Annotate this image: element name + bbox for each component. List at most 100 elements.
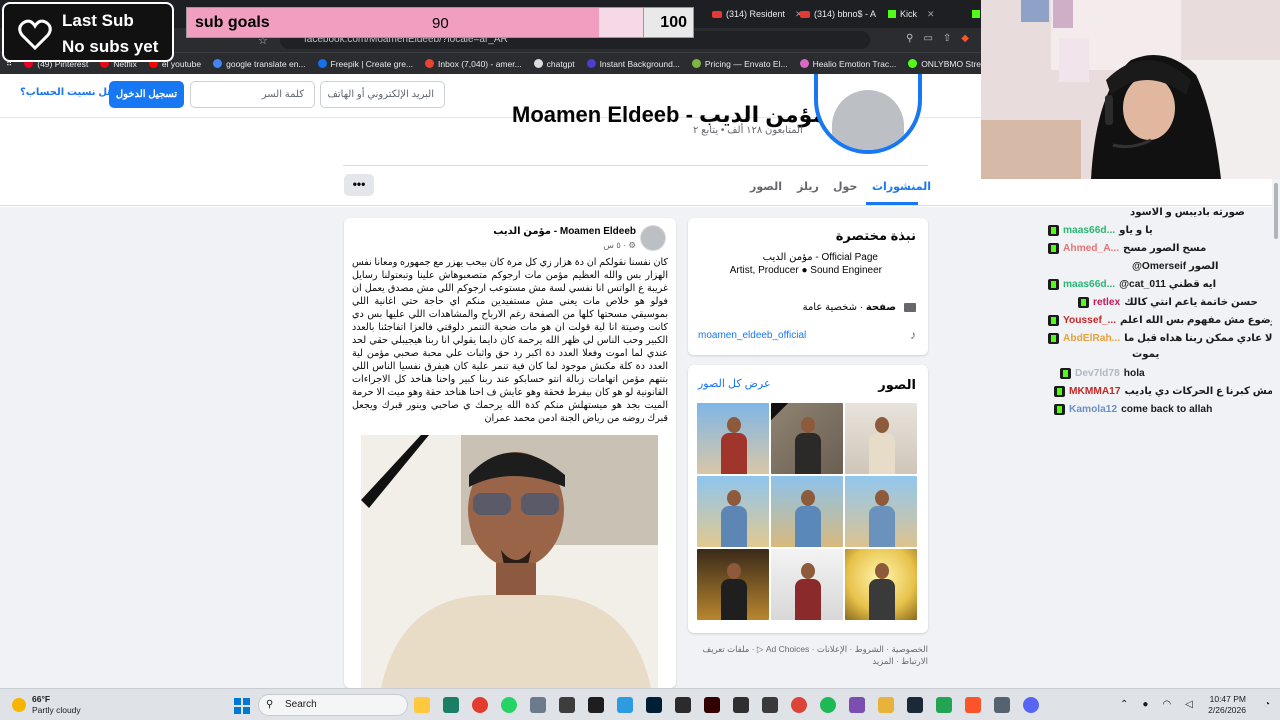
followers-count[interactable]: المتابعون ١٢٨ ألف • يتابع ٢ [693,125,803,136]
photos-icon[interactable] [617,697,633,713]
photo-thumbnail[interactable] [771,403,843,474]
browser-tab-bbno[interactable]: (314) bbno$ - A [800,6,876,22]
chat-text: @cat_011 ايه قطني [1119,279,1217,290]
taskbar-search[interactable]: Search [258,694,408,716]
chat-username[interactable]: Dev7ld78 [1075,368,1120,379]
app-icon-3[interactable] [878,697,894,713]
clock[interactable]: 10:47 PM 2/26/2026 [1208,694,1246,716]
stream-chat: صورته باديبس و الاسود maas66d... يا و ياو… [1040,207,1280,688]
camera-icon[interactable] [530,697,546,713]
photo-thumbnail[interactable] [697,476,769,547]
start-button[interactable] [234,698,250,714]
volume-icon[interactable]: ◁ [1185,699,1193,710]
bookmark-item[interactable]: Pricing — Envato El... [686,59,794,69]
photo-thumbnail[interactable] [845,476,917,547]
bookmark-item[interactable]: Instant Background... [581,59,686,69]
chat-username[interactable]: MKMMA17 [1069,386,1121,397]
spotify-icon[interactable] [820,697,836,713]
microphone-icon[interactable]: ● [1142,699,1148,710]
scrollbar[interactable] [1272,179,1280,688]
instagram-link[interactable]: moamen_eldeeb_official [698,330,806,341]
tab-label: (314) bbno$ - A [814,9,877,19]
steam-icon[interactable] [907,697,923,713]
avatar-placeholder [832,90,904,150]
chrome-icon[interactable] [472,697,488,713]
chat-username[interactable]: Ahmed_A... [1063,243,1119,254]
tab-about[interactable]: حول [833,180,857,193]
translate-icon[interactable]: ⚲ [906,33,913,44]
weather-widget[interactable]: 66°F Partly cloudy [12,694,81,716]
temperature: 66°F [32,694,51,704]
footer-links[interactable]: الخصوصية · الشروط · الإعلانات · Ad Choic… [700,643,928,667]
category-bold: صفحة [865,302,896,313]
bookmark-item[interactable]: chatgpt [528,59,581,69]
login-button[interactable]: تسجيل الدخول [109,81,184,108]
photo-thumbnail[interactable] [771,476,843,547]
bookmark-item[interactable]: ONLYBMO Stream -... [902,59,981,69]
chat-username[interactable]: Kamola12 [1069,404,1117,415]
photoshop-icon[interactable] [646,697,662,713]
photo-thumbnail[interactable] [771,549,843,620]
photo-person-body [721,579,747,620]
photo-thumbnail[interactable] [697,403,769,474]
chat-username[interactable]: retlex [1093,297,1120,308]
after-effects-icon[interactable] [675,697,691,713]
tab-reels[interactable]: ريلز [797,180,819,193]
wifi-icon[interactable]: ◠ [1162,699,1171,710]
photo-person-head [875,563,889,579]
discord-icon[interactable] [1023,697,1039,713]
email-field[interactable]: البريد الإلكتروني أو الهاتف [320,81,445,108]
forgot-account-link[interactable]: هل نسيت الحساب؟ [20,87,114,98]
chrome-icon-2[interactable] [791,697,807,713]
settings-icon[interactable] [994,697,1010,713]
whatsapp-icon[interactable] [501,697,517,713]
photo-person-head [727,417,741,433]
share-icon[interactable]: ⇧ [943,33,951,44]
photo-thumbnail[interactable] [697,549,769,620]
bookmark-item[interactable]: google translate en... [207,59,311,69]
tab-photos[interactable]: الصور [750,180,782,193]
chevron-up-icon[interactable]: ⌃ [1120,699,1128,710]
chat-username[interactable]: Youssef_... [1063,315,1116,326]
scrollbar-thumb[interactable] [1274,183,1278,239]
heart-icon [18,19,52,51]
notification-bell-icon[interactable]: ◔ [1264,699,1270,710]
photo-thumbnail[interactable] [845,403,917,474]
photo-thumbnail[interactable] [845,549,917,620]
chatgpt-app-icon[interactable] [443,697,459,713]
browser-tab-kick-2[interactable] [972,6,980,22]
chat-username[interactable]: AbdElRah... [1063,333,1120,344]
bookmark-item[interactable]: Healio Emotion Trac... [794,59,903,69]
file-explorer-icon[interactable] [414,697,430,713]
freepik-icon [317,59,327,68]
post-author-avatar[interactable] [640,225,666,251]
app-icon[interactable] [762,697,778,713]
post-author-name[interactable]: مؤمن الديب - Moamen Eldeeb [493,226,636,237]
terminal-icon[interactable] [559,697,575,713]
app-icon-4[interactable] [936,697,952,713]
bookmark-item[interactable]: Freepik | Create gre... [312,59,420,69]
profile-tabs: ••• الصور ريلز حول المنشورات [0,170,981,206]
post-card: مؤمن الديب - Moamen Eldeeb ٥ س · ⚙ كان ن… [344,218,676,688]
post-timestamp[interactable]: ٥ س · ⚙ [603,240,636,251]
bookmark-item[interactable]: Inbox (7,040) - amer... [419,59,528,69]
brave-icon[interactable] [965,697,981,713]
app-icon-2[interactable] [849,697,865,713]
profile-picture[interactable] [814,74,922,154]
see-all-photos-link[interactable]: عرض كل الصور [698,377,771,390]
illustrator-icon[interactable] [704,697,720,713]
more-button[interactable]: ••• [344,174,374,196]
chat-username[interactable]: maas66d... [1063,279,1115,290]
browser-tab-resident[interactable]: (314) Resident ✕ [712,6,803,22]
tab-posts[interactable]: المنشورات [872,180,931,193]
cast-icon[interactable]: ▭ [923,33,932,44]
password-field[interactable]: كلمة السر [190,81,315,108]
brave-shield-icon[interactable]: ◆ [961,33,969,44]
chat-username[interactable]: maas66d... [1063,225,1115,236]
post-image[interactable] [361,435,658,688]
bookmark-label: ONLYBMO Stream -... [921,58,981,69]
capcut-icon[interactable] [588,697,604,713]
epic-games-icon[interactable] [733,697,749,713]
browser-tab-kick[interactable]: Kick ✕ [888,6,935,22]
close-icon[interactable]: ✕ [927,9,935,20]
